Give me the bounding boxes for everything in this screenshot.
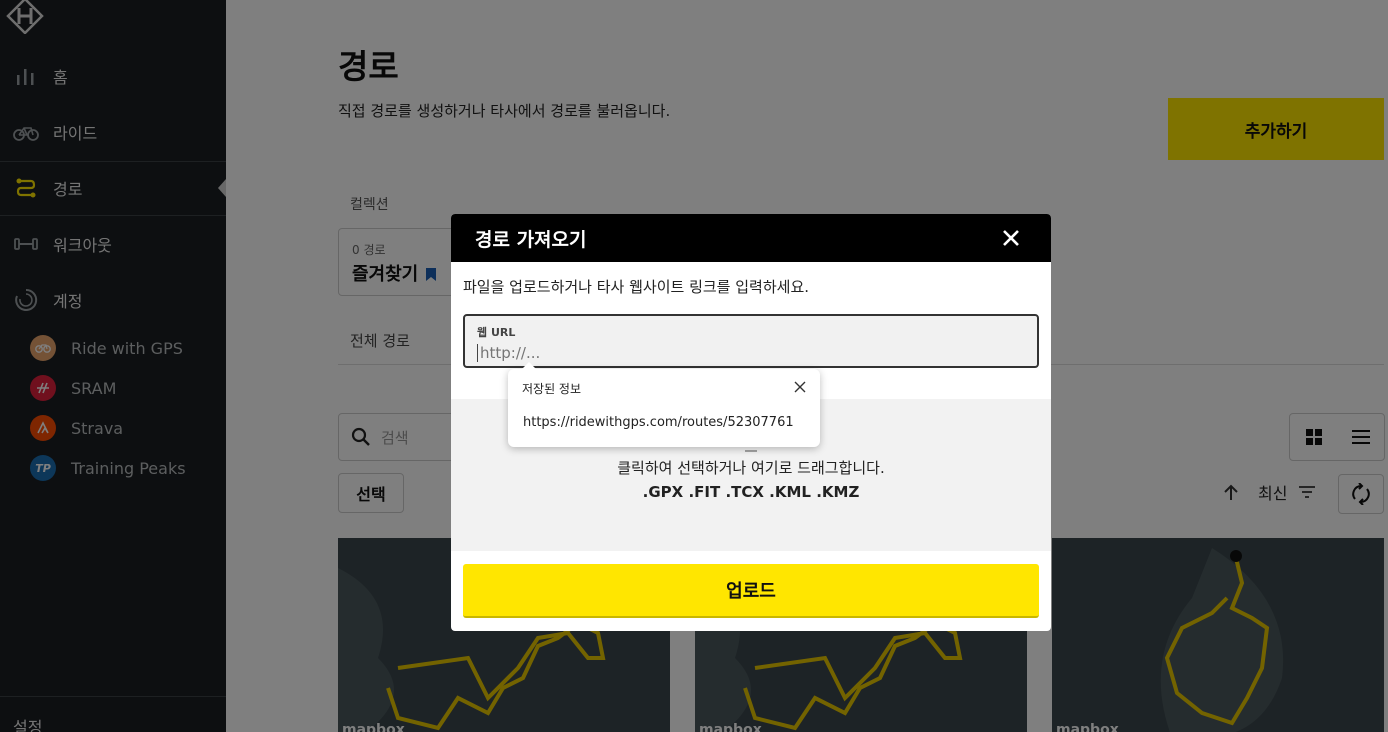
- upload-button[interactable]: 업로드: [463, 564, 1039, 618]
- modal-instruction: 파일을 업로드하거나 타사 웹사이트 링크를 입력하세요.: [463, 278, 810, 296]
- close-icon[interactable]: [1001, 228, 1021, 248]
- drop-zone-text: 클릭하여 선택하거나 여기로 드래그합니다.: [617, 459, 885, 477]
- autofill-popup: 저장된 정보 https://ridewithgps.com/routes/52…: [508, 362, 820, 447]
- url-field[interactable]: 웹 URL: [463, 314, 1039, 368]
- modal-header: 경로 가져오기: [451, 214, 1051, 262]
- url-input[interactable]: [477, 344, 1017, 362]
- url-label: 웹 URL: [477, 326, 516, 339]
- close-icon[interactable]: [794, 381, 806, 393]
- modal-title: 경로 가져오기: [475, 228, 587, 251]
- autofill-suggestion[interactable]: https://ridewithgps.com/routes/52307761: [523, 415, 794, 430]
- supported-formats: .GPX .FIT .TCX .KML .KMZ: [642, 483, 860, 501]
- autofill-title: 저장된 정보: [522, 382, 582, 396]
